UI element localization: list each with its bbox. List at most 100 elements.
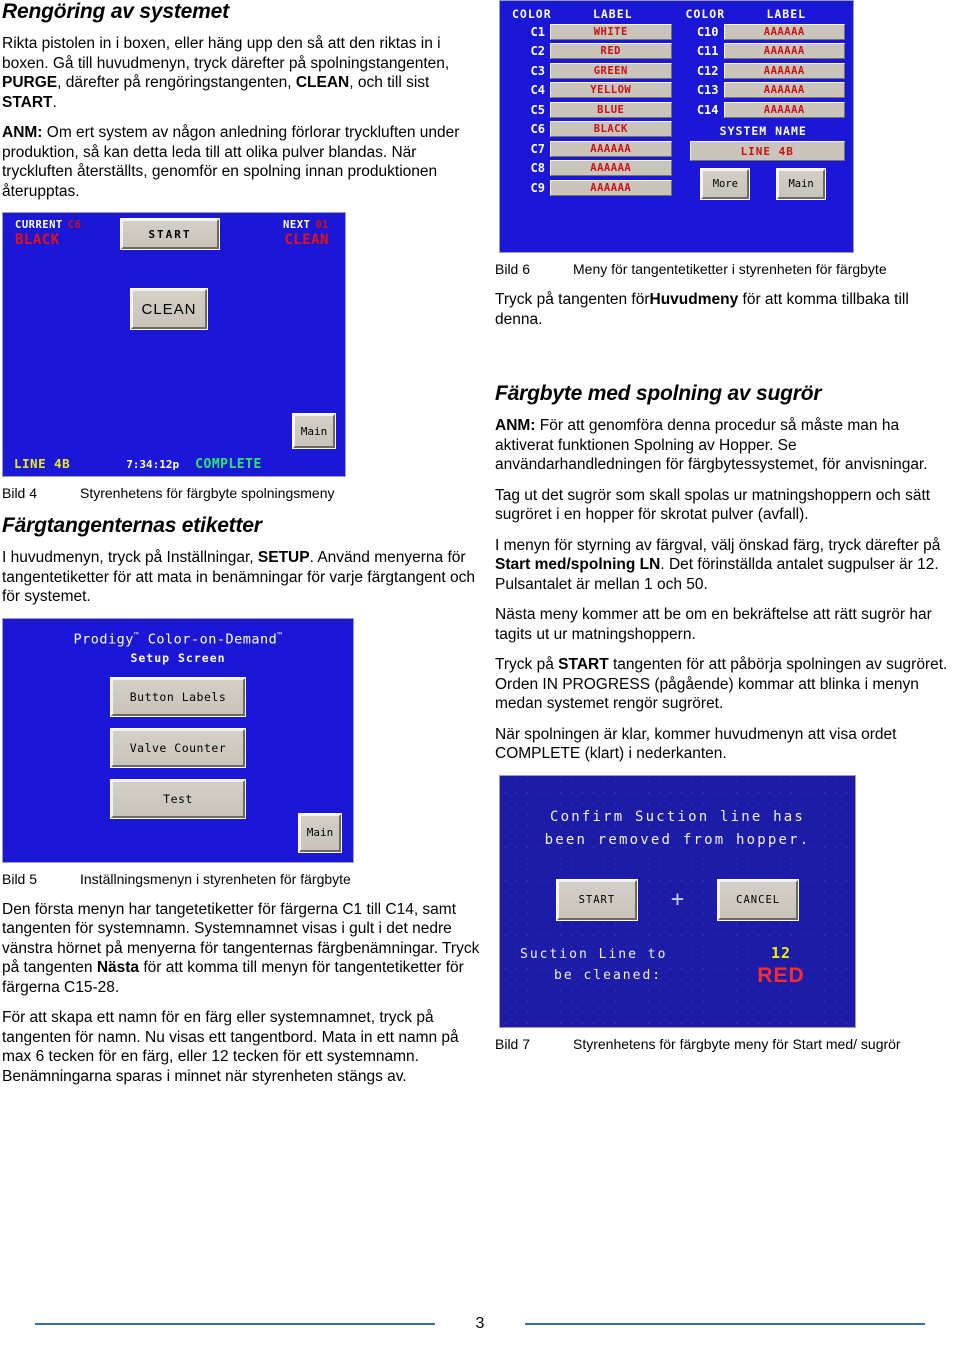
left-column: Rengöring av systemet Rikta pistolen in …: [2, 0, 480, 1097]
footer-rule-left: [35, 1323, 435, 1325]
color-label-field[interactable]: BLACK: [550, 121, 672, 137]
color-label-field[interactable]: BLUE: [550, 101, 672, 118]
color-label-field[interactable]: AAAAAA: [550, 160, 672, 176]
complete-paragraph: När spolningen är klar, kommer huvudmeny…: [495, 725, 960, 764]
start-button[interactable]: START: [121, 219, 219, 249]
body-text: Tag ut det sugrör som skall spolas ur ma…: [495, 486, 931, 524]
test-button[interactable]: Test: [111, 780, 245, 818]
clean-button[interactable]: CLEAN: [131, 289, 207, 329]
color-label-row: C7 AAAAAA: [508, 140, 672, 157]
body-text: Rikta pistolen in i boxen, eller häng up…: [2, 35, 450, 72]
color-label-field[interactable]: GREEN: [550, 62, 672, 79]
main-button[interactable]: Main: [293, 414, 335, 448]
page-title: Rengöring av systemet: [2, 0, 229, 23]
suction-line-color: RED: [757, 963, 805, 987]
caption-bild7-id: Bild 7: [495, 1035, 531, 1052]
bild7-footer-label-line1: Suction Line to: [520, 946, 668, 962]
bild4-next-block: NEXT 01 CLEAN: [283, 219, 329, 248]
trademark-icon-2: ™: [277, 630, 283, 640]
time-status: 7:34:12p: [126, 458, 180, 471]
color-label-field[interactable]: AAAAAA: [723, 82, 845, 98]
caption-bild4: Bild 4 Styrenhetens för färgbyte spolnin…: [2, 485, 480, 502]
bild5-subtitle: Setup Screen: [130, 651, 226, 665]
start-button[interactable]: START: [556, 879, 637, 920]
controller-screen-bild6[interactable]: COLOR LABEL C1 WHITE C2 RED C3 GREEN C4 YELLOW C…: [499, 0, 854, 253]
color-label-row: C13 AAAAAA: [682, 82, 845, 99]
color-label-field[interactable]: AAAAAA: [723, 23, 845, 40]
bild6-button-row: More Main: [682, 169, 846, 199]
controller-screen-bild5[interactable]: Prodigy™ Color-on-Demand™ Setup Screen B…: [2, 617, 354, 863]
body-text: Tryck på tangenten för: [495, 291, 650, 308]
header-label-right: LABEL: [766, 7, 807, 21]
bild7-footer-label-line2: be cleaned:: [554, 967, 663, 983]
color-label-row: C2 RED: [508, 43, 672, 60]
bild4-next-value: CLEAN: [284, 232, 329, 248]
emphasis-text: ANM:: [495, 417, 536, 434]
bild6-left-rows: C1 WHITE C2 RED C3 GREEN C4 YELLOW C5 BLUE C6 BLACK…: [508, 23, 672, 196]
bild7-message-line2: been removed from hopper.: [544, 831, 811, 848]
body-text: För att skapa ett namn för en färg eller…: [2, 1009, 459, 1085]
color-label-field[interactable]: YELLOW: [550, 82, 672, 98]
color-id: C5: [530, 102, 545, 117]
color-label-field[interactable]: AAAAAA: [550, 140, 672, 157]
bild4-status-bar: LINE 4B 7:34:12p COMPLETE: [3, 456, 345, 472]
main-button[interactable]: Main: [299, 813, 341, 852]
color-label-row: C14 AAAAAA: [682, 101, 845, 118]
color-id: C12: [696, 63, 719, 78]
body-text: Om ert system av någon anledning förlora…: [2, 124, 460, 200]
page-number: 3: [475, 1315, 485, 1332]
controller-screen-bild7[interactable]: Confirm Suction line has been removed fr…: [499, 774, 856, 1028]
remove-suction-paragraph: Tag ut det sugrör som skall spolas ur ma…: [495, 486, 960, 525]
main-button[interactable]: Main: [777, 169, 826, 199]
body-text: , och till sist: [349, 74, 430, 91]
bild5-title-product: Color-on-Demand: [139, 631, 278, 647]
start-purge-paragraph: Tryck på START tangenten för att påbörja…: [495, 655, 960, 714]
color-label-field[interactable]: AAAAAA: [723, 101, 845, 118]
emphasis-text: START: [2, 93, 53, 111]
system-name-field[interactable]: LINE 4B: [689, 141, 845, 161]
confirm-menu-paragraph: Nästa meny kommer att be om en bekräftel…: [495, 605, 960, 644]
caption-bild5-text: Inställningsmenyn i styrenheten för färg…: [80, 870, 351, 887]
bild4-next-label: NEXT: [283, 219, 311, 231]
color-label-field[interactable]: AAAAAA: [723, 62, 845, 79]
color-label-field[interactable]: WHITE: [550, 23, 672, 40]
bild6-right-header: COLOR LABEL: [682, 7, 846, 21]
body-text: Nästa meny kommer att be om en bekräftel…: [495, 606, 932, 643]
bild6-left-header: COLOR LABEL: [508, 7, 672, 21]
color-label-row: C11 AAAAAA: [682, 43, 845, 60]
color-id: C14: [696, 102, 719, 117]
caption-bild7-text: Styrenhetens för färgbyte meny för Start…: [573, 1035, 901, 1052]
color-label-field[interactable]: RED: [550, 43, 672, 59]
valve-counter-button[interactable]: Valve Counter: [111, 729, 245, 767]
color-label-row: C5 BLUE: [508, 101, 672, 118]
bild6-right-column: COLOR LABEL C10 AAAAAA C11 AAAAAA C12 AAAAAA C…: [682, 7, 846, 246]
body-text: , därefter på rengöringstangenten,: [57, 74, 296, 91]
button-labels-button[interactable]: Button Labels: [111, 678, 245, 716]
bild7-footer-values: 12 RED: [727, 944, 835, 988]
bild4-next-number: 01: [315, 219, 329, 231]
body-text: Tryck på: [495, 656, 559, 673]
main-menu-paragraph: Tryck på tangenten förHuvudmeny för att …: [495, 290, 960, 329]
controller-screen-bild4[interactable]: CURRENT C6 BLACK NEXT 01 CLEAN START CLEAN…: [2, 212, 346, 477]
bild7-footer: Suction Line to be cleaned: 12 RED: [500, 944, 855, 988]
more-button[interactable]: More: [701, 169, 750, 199]
emphasis-text: ANM:: [2, 124, 43, 141]
system-name-header: SYSTEM NAME: [719, 124, 807, 138]
header-label-left: LABEL: [592, 7, 633, 21]
body-text: När spolningen är klar, kommer huvudmeny…: [495, 725, 897, 763]
color-label-field[interactable]: AAAAAA: [550, 179, 672, 196]
color-label-row: C3 GREEN: [508, 62, 672, 79]
color-id: C9: [530, 180, 545, 195]
cancel-button[interactable]: CANCEL: [718, 879, 799, 920]
emphasis-text: Start med/spolning LN: [495, 556, 661, 573]
caption-bild6: Bild 6 Meny för tangentetiketter i styre…: [495, 261, 960, 278]
bild4-current-number: C6: [67, 219, 82, 231]
bild4-current-value: BLACK: [15, 232, 60, 248]
bild6-label-grid: COLOR LABEL C1 WHITE C2 RED C3 GREEN C4 YELLOW C…: [508, 7, 845, 246]
bild5-title-brand: Prodigy: [73, 631, 134, 647]
right-column: COLOR LABEL C1 WHITE C2 RED C3 GREEN C4 YELLOW C…: [495, 0, 960, 1065]
caption-bild5: Bild 5 Inställningsmenyn i styrenheten f…: [2, 871, 480, 888]
color-label-field[interactable]: AAAAAA: [723, 43, 845, 59]
color-label-row: C6 BLACK: [508, 121, 672, 138]
bild7-message: Confirm Suction line has been removed fr…: [500, 806, 855, 852]
